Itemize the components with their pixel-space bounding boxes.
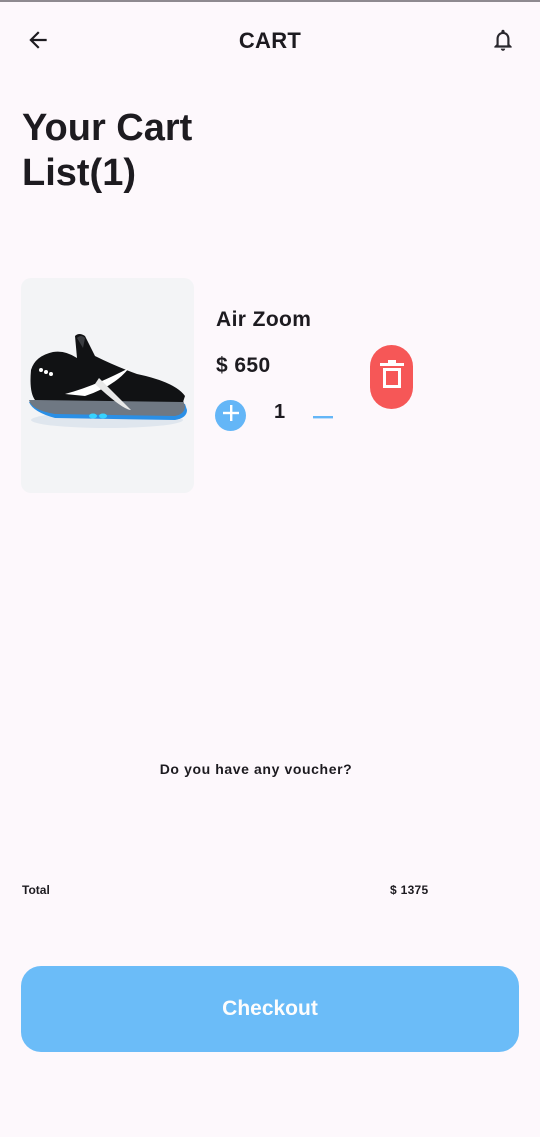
cart-item: Air Zoom $ 650 1: [21, 278, 441, 494]
app-bar: CART: [0, 0, 540, 84]
decrease-quantity-button[interactable]: [311, 404, 335, 428]
sneaker-image: [29, 334, 187, 428]
bell-icon: [490, 27, 516, 58]
notifications-button[interactable]: [479, 18, 527, 66]
voucher-link[interactable]: Do you have any voucher?: [0, 761, 512, 777]
total-value: $ 1375: [390, 883, 429, 897]
checkout-button[interactable]: Checkout: [21, 966, 519, 1052]
page-title: Your Cart List(1): [22, 106, 322, 196]
page-title-line-1: Your Cart: [22, 107, 193, 149]
total-label: Total: [22, 883, 50, 897]
minus-icon: [312, 407, 334, 425]
page-title-line-2: List(1): [22, 152, 136, 194]
trash-icon: [379, 359, 405, 395]
cart-screen: CART Your Cart List(1) Air Zoom $ 650 1 …: [0, 0, 540, 1137]
app-bar-title: CART: [238, 28, 302, 53]
product-price: $ 650: [216, 354, 271, 377]
quantity-value: 1: [274, 401, 286, 423]
product-name: Air Zoom: [216, 308, 312, 331]
delete-item-button[interactable]: [370, 345, 413, 409]
product-image: [21, 278, 194, 493]
increase-quantity-button[interactable]: [215, 400, 246, 431]
plus-icon: [221, 403, 241, 428]
